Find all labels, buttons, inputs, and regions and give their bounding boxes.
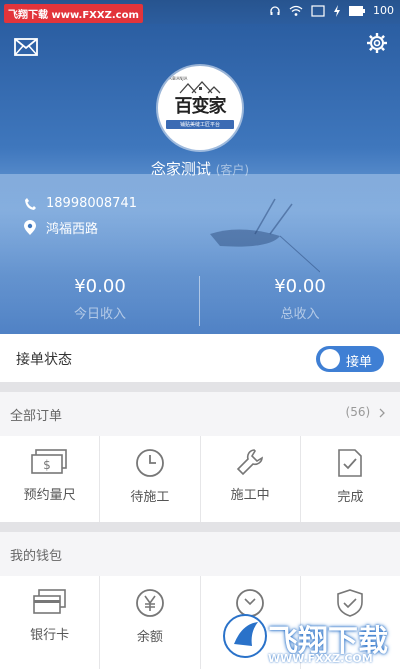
battery-icon bbox=[349, 5, 365, 16]
document-check-icon bbox=[338, 449, 363, 477]
user-name-text: 念家测试 bbox=[150, 160, 211, 178]
order-item-label: 施工中 bbox=[230, 488, 270, 503]
location-pin-icon bbox=[24, 220, 36, 235]
sim-icon bbox=[311, 4, 325, 17]
bank-card-icon bbox=[32, 589, 66, 614]
chevron-right-icon bbox=[379, 408, 385, 417]
profile-header: BAIBIANJIA 百变家 铺贴美缝工匠平台 念家测试 (客户) 189980… bbox=[0, 24, 400, 334]
wifi-icon bbox=[289, 5, 303, 16]
phone-number: 18998008741 bbox=[46, 196, 137, 211]
banknote-icon: $ bbox=[30, 449, 67, 474]
wallet-item-bank-card[interactable]: 银行卡 bbox=[0, 576, 101, 669]
avatar[interactable]: BAIBIANJIA 百变家 铺贴美缝工匠平台 bbox=[158, 66, 242, 150]
order-status-row: 接单状态 接单 bbox=[0, 334, 400, 382]
phone-icon bbox=[25, 197, 36, 210]
logo-english: BAIBIANJIA bbox=[166, 76, 188, 81]
wallet-item-label: 银行卡 bbox=[30, 628, 70, 643]
divider bbox=[0, 522, 400, 532]
brand-logo: BAIBIANJIA 百变家 铺贴美缝工匠平台 bbox=[164, 76, 236, 129]
order-item-label: 待施工 bbox=[130, 490, 170, 505]
order-item-complete[interactable]: 完成 bbox=[301, 436, 400, 522]
watermark-label: 飞翔下载 www.FXXZ.com bbox=[4, 4, 143, 23]
address-row: 鸿福西路 bbox=[24, 218, 98, 237]
watermark-logo bbox=[223, 614, 267, 658]
all-orders-count: (56) bbox=[346, 405, 386, 419]
order-status-label: 接单状态 bbox=[16, 352, 72, 368]
order-grid: $ 预约量尺 待施工 施工中 完成 bbox=[0, 436, 400, 522]
wallet-header: 我的钱包 bbox=[0, 532, 400, 576]
phone-row: 18998008741 bbox=[24, 196, 137, 211]
status-bar: 飞翔下载 www.FXXZ.com 100 bbox=[0, 0, 400, 24]
user-name: 念家测试 (客户) bbox=[0, 158, 400, 179]
address-text: 鸿福西路 bbox=[46, 222, 99, 237]
order-item-pending[interactable]: 待施工 bbox=[100, 436, 201, 522]
shield-icon bbox=[337, 589, 364, 617]
toggle-knob bbox=[320, 349, 340, 369]
yen-icon bbox=[135, 589, 164, 617]
all-orders-title: 全部订单 bbox=[10, 409, 63, 424]
total-income-amount: ¥0.00 bbox=[274, 276, 326, 297]
svg-text:$: $ bbox=[43, 458, 51, 472]
order-item-in-progress[interactable]: 施工中 bbox=[201, 436, 301, 522]
divider bbox=[0, 382, 400, 392]
gear-icon[interactable] bbox=[366, 32, 388, 54]
order-item-measure[interactable]: $ 预约量尺 bbox=[0, 436, 101, 522]
today-income-amount: ¥0.00 bbox=[74, 276, 126, 297]
total-income-label: 总收入 bbox=[280, 307, 320, 322]
total-income: ¥0.00 总收入 bbox=[200, 276, 400, 322]
wallet-title: 我的钱包 bbox=[10, 549, 63, 564]
wallet-item-balance[interactable]: 余额 bbox=[100, 576, 201, 669]
clock-icon bbox=[135, 449, 164, 477]
order-item-label: 完成 bbox=[337, 490, 364, 505]
wallet-item-label: 余额 bbox=[136, 630, 163, 645]
logo-brand: 百变家 bbox=[174, 96, 227, 117]
user-role: (客户) bbox=[215, 163, 250, 177]
today-income: ¥0.00 今日收入 bbox=[0, 276, 200, 322]
today-income-label: 今日收入 bbox=[73, 307, 126, 322]
boat-illustration bbox=[210, 198, 320, 273]
watermark-url: WWW.FXXZ.COM bbox=[268, 652, 373, 665]
mail-icon[interactable] bbox=[14, 38, 38, 56]
order-item-label: 预约量尺 bbox=[23, 488, 76, 503]
accept-orders-toggle[interactable]: 接单 bbox=[316, 346, 384, 372]
order-count: (56) bbox=[345, 405, 371, 419]
all-orders-header[interactable]: 全部订单 (56) bbox=[0, 392, 400, 436]
charging-icon bbox=[334, 4, 340, 17]
wrench-icon bbox=[236, 449, 264, 476]
logo-tagline: 铺贴美缝工匠平台 bbox=[166, 120, 234, 129]
battery-level: 100 bbox=[373, 4, 394, 17]
toggle-label: 接单 bbox=[346, 355, 373, 370]
headset-icon bbox=[270, 5, 280, 15]
